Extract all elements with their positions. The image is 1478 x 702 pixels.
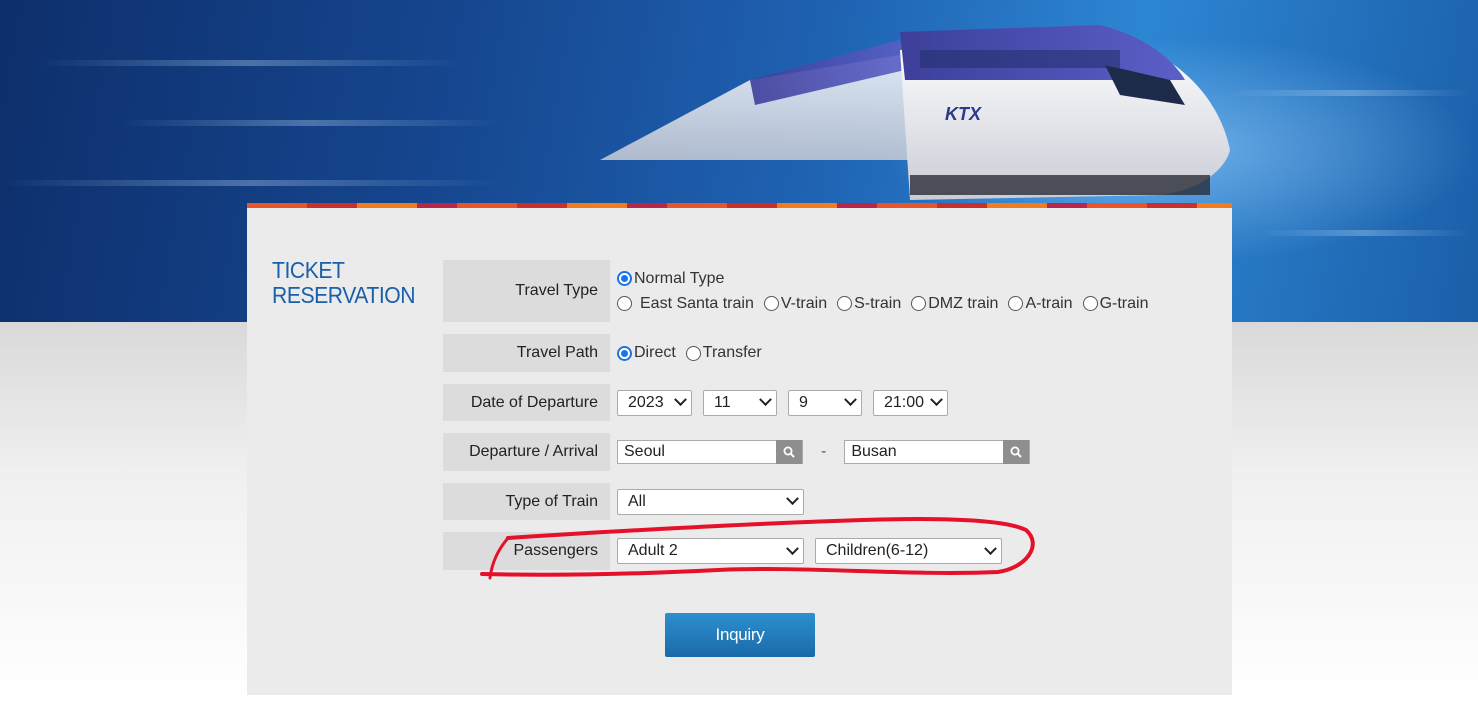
chevron-down-icon — [984, 541, 997, 555]
chevron-down-icon — [930, 393, 943, 407]
departure-station-field[interactable]: Seoul — [617, 440, 803, 464]
travel-type-label: Travel Type — [443, 260, 610, 322]
date-selects: 2023 11 9 21:00 — [610, 389, 959, 416]
ktx-train-image: KTX — [600, 25, 1230, 200]
radio-button[interactable] — [763, 296, 779, 311]
travel-path-label: Travel Path — [443, 334, 610, 372]
train-type-field: All — [610, 488, 815, 515]
speed-streak — [1230, 90, 1470, 96]
radio-button[interactable] — [617, 271, 632, 286]
passengers-row: Passengers Adult 2 Children(6-12) — [443, 532, 1013, 570]
reservation-panel: TICKET RESERVATION Travel Type Normal Ty… — [247, 203, 1232, 695]
search-icon — [1010, 446, 1023, 458]
inquiry-button[interactable]: Inquiry — [665, 613, 815, 657]
section-title-line1: TICKET — [272, 257, 345, 283]
chevron-down-icon — [844, 393, 857, 407]
search-icon — [783, 446, 795, 458]
year-select[interactable]: 2023 — [617, 389, 692, 416]
radio-g-train[interactable]: G-train — [1082, 295, 1148, 313]
radio-button[interactable] — [617, 296, 632, 311]
time-select[interactable]: 21:00 — [873, 389, 948, 416]
radio-dmz-train[interactable]: DMZ train — [911, 295, 998, 313]
route-label: Departure / Arrival — [443, 433, 610, 471]
train-type-row: Type of Train All — [443, 483, 815, 520]
section-title: TICKET RESERVATION — [272, 258, 419, 308]
day-select[interactable]: 9 — [788, 389, 862, 416]
speed-streak — [1260, 230, 1470, 236]
passengers-fields: Adult 2 Children(6-12) — [610, 538, 1013, 564]
route-row: Departure / Arrival Seoul - Busan — [443, 433, 1031, 471]
radio-button[interactable] — [1082, 296, 1098, 311]
radio-button[interactable] — [837, 296, 853, 311]
passengers-label: Passengers — [443, 532, 610, 570]
train-type-select[interactable]: All — [617, 488, 804, 515]
radio-east-santa-train[interactable]: East Santa train — [617, 295, 754, 313]
radio-button[interactable] — [911, 296, 927, 311]
departure-search-button[interactable] — [776, 440, 802, 464]
arrival-search-button[interactable] — [1003, 440, 1030, 464]
chevron-down-icon — [786, 492, 799, 506]
panel-stripe — [247, 203, 1232, 208]
adult-select[interactable]: Adult 2 — [617, 538, 804, 564]
travel-type-row: Travel Type Normal Type East Santa train… — [443, 260, 1158, 322]
radio-button[interactable] — [617, 345, 632, 361]
route-separator: - — [821, 443, 827, 460]
radio-transfer[interactable]: Transfer — [685, 344, 762, 362]
radio-direct[interactable]: Direct — [617, 344, 676, 362]
date-label: Date of Departure — [443, 384, 610, 421]
radio-button[interactable] — [1008, 296, 1024, 311]
arrival-station-field[interactable]: Busan — [844, 440, 1031, 464]
speed-streak — [120, 120, 500, 126]
travel-path-row: Travel Path Direct Transfer — [443, 334, 772, 372]
speed-streak — [40, 60, 460, 66]
chevron-down-icon — [759, 393, 772, 407]
travel-type-options: Normal Type East Santa train V-train S-t… — [610, 266, 1158, 316]
radio-s-train[interactable]: S-train — [837, 295, 901, 313]
route-fields: Seoul - Busan — [610, 440, 1031, 464]
radio-v-train[interactable]: V-train — [763, 295, 827, 313]
chevron-down-icon — [786, 541, 799, 555]
radio-button[interactable] — [685, 345, 701, 361]
speed-streak — [0, 180, 500, 186]
month-select[interactable]: 11 — [703, 389, 777, 416]
ktx-logo: KTX — [945, 104, 982, 124]
radio-normal-type[interactable]: Normal Type — [617, 270, 724, 288]
children-select[interactable]: Children(6-12) — [815, 538, 1002, 564]
chevron-down-icon — [674, 393, 687, 407]
travel-path-options: Direct Transfer — [610, 344, 772, 362]
date-row: Date of Departure 2023 11 9 21:00 — [443, 384, 959, 421]
radio-a-train[interactable]: A-train — [1008, 295, 1073, 313]
train-type-label: Type of Train — [443, 483, 610, 520]
section-title-line2: RESERVATION — [272, 282, 416, 308]
